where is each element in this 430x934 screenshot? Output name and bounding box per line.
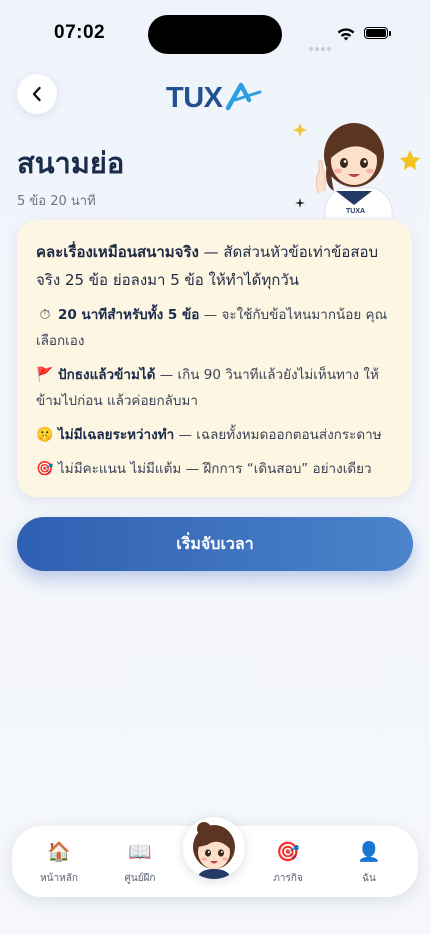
rule-bold: 20 นาทีสำหรับทั้ง 5 ข้อ <box>58 307 200 323</box>
wifi-icon <box>337 28 355 41</box>
tab-practice[interactable]: 📖 ศูนย์ฝึก <box>105 840 175 886</box>
tab-label: ศูนย์ฝึก <box>124 873 156 884</box>
start-timer-button[interactable]: เริ่มจับเวลา <box>17 517 413 571</box>
status-bar: 07:02 <box>0 0 430 64</box>
tab-label: หน้าหลัก <box>40 873 78 884</box>
tab-me[interactable]: 👤 ฉัน <box>334 840 404 886</box>
user-icon: 👤 <box>357 841 381 863</box>
mascot-avatar-icon <box>193 822 235 879</box>
card-intro-bold: คละเรื่องเหมือนสนามจริง <box>36 243 199 261</box>
rule-item: 🚩 ปักธงแล้วข้ามได้ — เกิน 90 วินาทีแล้วยั… <box>36 362 396 414</box>
page-title: สนามย่อ <box>17 146 125 180</box>
rule-bold: ไม่มีเฉลยระหว่างทำ <box>58 427 175 443</box>
book-icon: 📖 <box>128 841 152 863</box>
svg-text:TUXA: TUXA <box>346 208 365 215</box>
flag-icon: 🚩 <box>36 367 54 383</box>
back-button[interactable] <box>17 74 57 114</box>
svg-text:TUX: TUX <box>166 82 224 114</box>
page-subtitle: 5 ข้อ 20 นาที <box>17 194 96 209</box>
house-icon: 🏠 <box>47 841 71 863</box>
cellular-icon <box>309 36 333 51</box>
rule-bold: ปักธงแล้วข้ามได้ <box>58 367 156 383</box>
stopwatch-icon: ⏱ <box>39 307 51 323</box>
rule-text: ไม่มีคะแนน ไม่มีแต้ม — ฝึกการ “เดินสอบ” … <box>58 461 372 477</box>
tab-missions[interactable]: 🎯 ภารกิจ <box>253 840 323 886</box>
battery-icon <box>364 27 391 39</box>
tab-label: ภารกิจ <box>273 873 303 884</box>
tuxa-logo: TUX <box>166 82 262 114</box>
card-intro: คละเรื่องเหมือนสนามจริง — สัดส่วนหัวข้อเ… <box>36 238 396 294</box>
chevron-left-icon <box>32 86 41 102</box>
target-icon: 🎯 <box>36 461 54 477</box>
info-card: คละเรื่องเหมือนสนามจริง — สัดส่วนหัวข้อเ… <box>17 220 412 497</box>
dynamic-island <box>148 15 282 54</box>
tab-home[interactable]: 🏠 หน้าหลัก <box>24 840 94 886</box>
tab-label: ฉัน <box>362 873 376 884</box>
status-time: 07:02 <box>54 22 106 43</box>
rule-item: 🤫 ไม่มีเฉลยระหว่างทำ — เฉลยทั้งหมดออกตอนส… <box>36 422 396 448</box>
target-icon: 🎯 <box>276 841 300 863</box>
rule-item: 🎯 ไม่มีคะแนน ไม่มีแต้ม — ฝึกการ “เดินสอบ”… <box>36 456 396 482</box>
rule-item: ⏱ 20 นาทีสำหรับทั้ง 5 ข้อ — จะใช้กับข้อไห… <box>36 302 396 354</box>
shushing-face-icon: 🤫 <box>36 427 54 443</box>
rule-text: — เฉลยทั้งหมดออกตอนส่งกระดาษ <box>174 427 382 443</box>
mascot-tab-button[interactable] <box>183 817 245 879</box>
mascot-illustration: TUXA <box>293 123 420 219</box>
